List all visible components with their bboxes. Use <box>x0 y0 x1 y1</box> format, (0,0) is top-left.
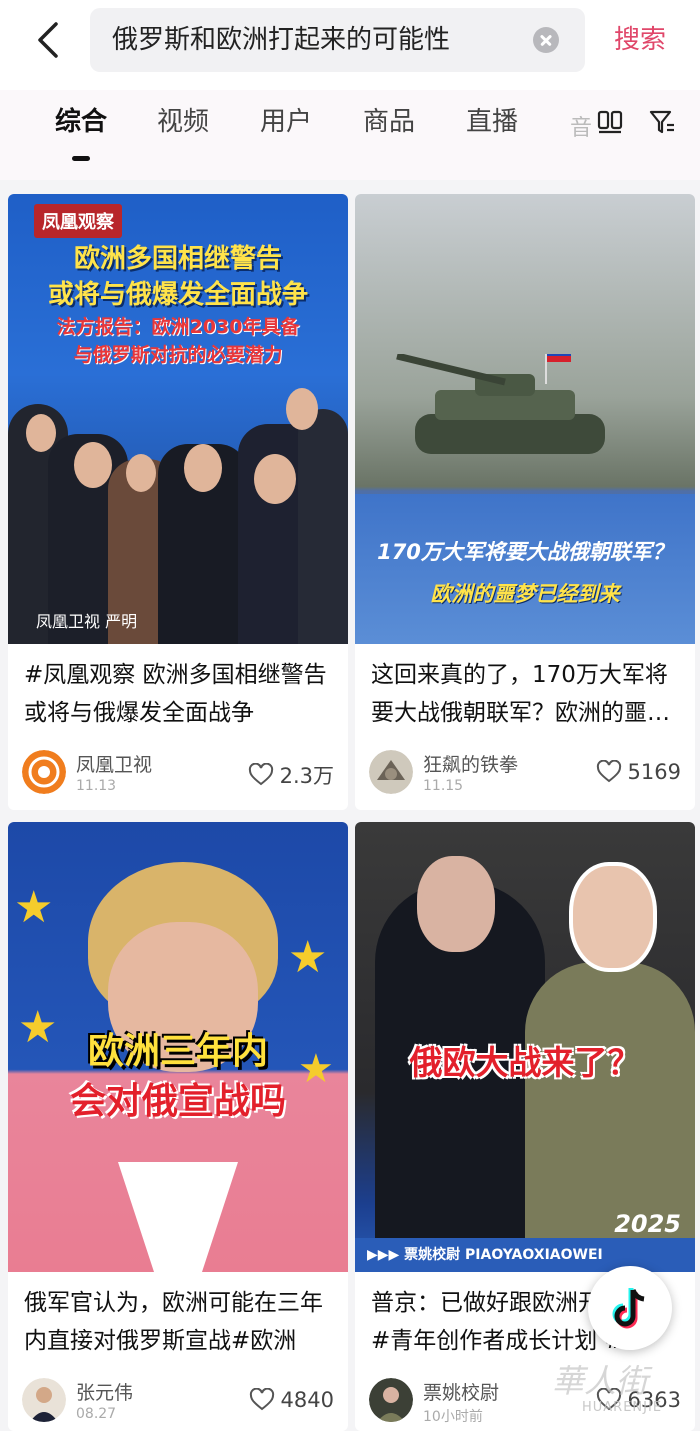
thumbnail-headline: 170万大军将要大战俄朝联军？ <box>377 540 673 564</box>
thumbnail-watermark: 凤凰卫视 严明 <box>36 612 138 631</box>
author-name[interactable]: 票姚校尉 <box>423 1378 499 1405</box>
portrait-face <box>417 856 495 952</box>
thumbnail-subline: 与俄罗斯对抗的必要潜力 <box>73 344 283 366</box>
avatar[interactable] <box>22 1378 66 1422</box>
author-name[interactable]: 凤凰卫视 <box>76 750 152 777</box>
watermark-cn: 華人街 <box>552 1362 649 1400</box>
thumbnail-badge: 凤凰观察 <box>34 204 122 238</box>
search-input[interactable]: 俄罗斯和欧洲打起来的可能性 <box>90 8 585 72</box>
svg-text:★: ★ <box>288 932 327 983</box>
svg-text:★: ★ <box>14 882 53 933</box>
video-thumbnail[interactable]: ★ ★ ★ ★ 欧洲三年内 会对俄宣战吗 <box>8 822 348 1272</box>
tab-more-fade[interactable]: 音 <box>570 110 592 142</box>
post-date: 11.15 <box>423 778 464 794</box>
portrait-uniform <box>525 962 695 1252</box>
grid-icon[interactable] <box>596 108 624 136</box>
chevron-left-icon <box>38 22 58 58</box>
portrait-face <box>569 862 657 972</box>
watermark-en: HUARENJIE <box>582 1400 663 1415</box>
tab-users[interactable]: 用户 <box>260 90 312 154</box>
thumbnail-people <box>8 384 348 644</box>
like-count[interactable]: 5169 <box>596 760 681 784</box>
search-button[interactable]: 搜索 <box>614 0 666 80</box>
search-query: 俄罗斯和欧洲打起来的可能性 <box>112 25 451 55</box>
thumbnail-headline: 欧洲三年内 <box>87 1031 268 1072</box>
tiktok-icon <box>612 1288 645 1329</box>
card-title[interactable]: 俄军官认为，欧洲可能在三年内直接对俄罗斯宣战#欧洲 <box>24 1284 336 1360</box>
back-button[interactable] <box>28 18 72 62</box>
result-card[interactable]: 170万大军将要大战俄朝联军？ 欧洲的噩梦已经到来 这回来真的了，170万大军将… <box>355 194 695 810</box>
thumbnail-year: 2025 <box>614 1210 681 1238</box>
post-date: 10小时前 <box>423 1409 483 1425</box>
avatar[interactable] <box>369 1378 413 1422</box>
tab-bar: 综合 视频 用户 商品 直播 音 <box>0 90 700 180</box>
tank-image <box>396 354 605 454</box>
site-watermark: 華人街 HUARENJIE <box>552 1356 698 1426</box>
video-thumbnail[interactable]: 俄欧大战来了？ 2025 ▶▶▶ 票姚校尉 PIAOYAOXIAOWEI <box>355 822 695 1272</box>
thumbnail-headline: 欧洲的噩梦已经到来 <box>430 582 620 606</box>
like-count[interactable]: 4840 <box>249 1388 334 1412</box>
video-thumbnail[interactable]: 凤凰观察 欧洲多国相继警告 或将与俄爆发全面战争 法方报告：欧洲2030年具备 … <box>8 194 348 644</box>
thumbnail-headline: 俄欧大战来了？ <box>409 1043 641 1082</box>
post-date: 11.13 <box>76 778 117 794</box>
heart-icon <box>249 1388 274 1411</box>
tab-live[interactable]: 直播 <box>466 90 518 154</box>
post-date: 08.27 <box>76 1406 117 1422</box>
thumbnail-subline: 法方报告：欧洲2030年具备 <box>56 316 300 338</box>
search-header: 俄罗斯和欧洲打起来的可能性 搜索 <box>0 0 700 90</box>
clear-icon[interactable] <box>533 27 559 53</box>
card-title[interactable]: 这回来真的了，170万大军将要大战俄朝联军？欧洲的噩梦已经到来 <box>371 656 683 732</box>
tab-video[interactable]: 视频 <box>157 90 209 154</box>
thumbnail-headline: 或将与俄爆发全面战争 <box>47 280 308 310</box>
like-count-value: 4840 <box>280 1388 334 1412</box>
like-count-value: 5169 <box>627 760 681 784</box>
tab-all[interactable]: 综合 <box>55 90 107 154</box>
like-count-value: 2.3万 <box>279 764 334 788</box>
author-name[interactable]: 狂飙的铁拳 <box>423 750 518 777</box>
result-card[interactable]: ★ ★ ★ ★ 欧洲三年内 会对俄宣战吗 俄军官认为，欧洲可能在三年内直接对俄罗… <box>8 822 348 1431</box>
avatar[interactable] <box>369 750 413 794</box>
like-count[interactable]: 2.3万 <box>248 760 334 790</box>
active-tab-indicator <box>72 156 90 161</box>
floating-action-button[interactable] <box>588 1266 672 1350</box>
thumbnail-banner <box>355 494 695 644</box>
video-thumbnail[interactable]: 170万大军将要大战俄朝联军？ 欧洲的噩梦已经到来 <box>355 194 695 644</box>
thumbnail-headline: 会对俄宣战吗 <box>69 1081 286 1122</box>
tab-products[interactable]: 商品 <box>363 90 415 154</box>
filter-icon[interactable] <box>648 108 676 136</box>
heart-icon <box>248 763 273 786</box>
heart-icon <box>596 760 621 783</box>
result-card[interactable]: 凤凰观察 欧洲多国相继警告 或将与俄爆发全面战争 法方报告：欧洲2030年具备 … <box>8 194 348 810</box>
thumbnail-headline: 欧洲多国相继警告 <box>73 244 282 274</box>
card-title[interactable]: #凤凰观察 欧洲多国相继警告或将与俄爆发全面战争 <box>24 656 336 732</box>
avatar[interactable] <box>22 750 66 794</box>
author-name[interactable]: 张元伟 <box>76 1378 133 1405</box>
